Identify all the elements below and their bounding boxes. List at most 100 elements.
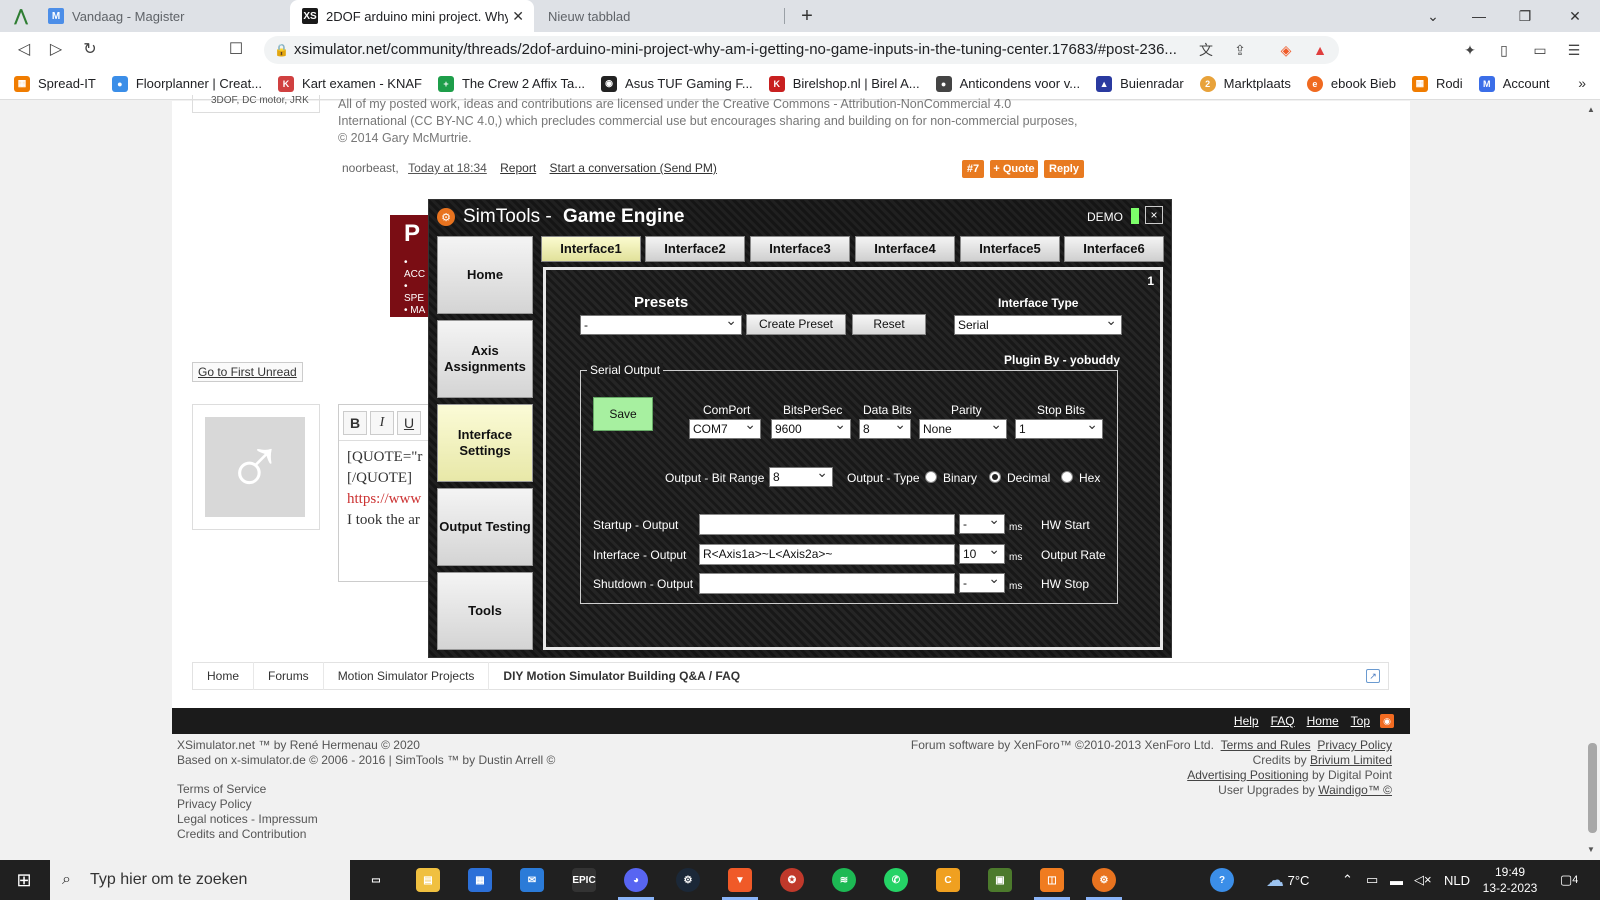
bold-button[interactable]: B [343, 410, 367, 435]
game-icon[interactable]: ✪ [780, 868, 804, 892]
meet-icon[interactable]: ▭ [1366, 860, 1378, 900]
breadcrumb-forums[interactable]: Forums [254, 662, 324, 690]
simtools-taskbar-icon[interactable]: ⚙ [1086, 868, 1122, 900]
language-indicator[interactable]: NLD [1444, 860, 1470, 900]
bookmark-item[interactable]: K Kart examen - KNAF [278, 75, 422, 92]
brave-shield-icon[interactable]: ◈ [1276, 40, 1296, 60]
menu-icon[interactable]: ☰ [1564, 40, 1584, 60]
restore-icon[interactable]: ❐ [1502, 0, 1548, 32]
more-bookmarks-icon[interactable]: » [1578, 75, 1586, 91]
tray-chevron-icon[interactable]: ⌃ [1342, 860, 1353, 900]
interface-ms-select[interactable]: 10 [959, 540, 1005, 564]
bookmark-item[interactable]: ● Anticondens voor v... [935, 75, 1080, 92]
translate-icon[interactable]: 文 [1196, 40, 1216, 60]
app-icon[interactable]: ◫ [1034, 868, 1070, 900]
comport-select[interactable]: COM7 [689, 415, 761, 439]
bookmark-item[interactable]: K Birelshop.nl | Birel A... [768, 75, 920, 92]
forward-icon[interactable]: ▷ [44, 38, 68, 62]
quote-button[interactable]: + Quote [990, 160, 1038, 178]
breadcrumb-current[interactable]: DIY Motion Simulator Building Q&A / FAQ [489, 662, 754, 690]
page-scrollbar[interactable]: ▲ ▼ [1584, 101, 1600, 857]
post-time[interactable]: Today at 18:34 [408, 161, 487, 175]
address-bar[interactable]: 🔒 xsimulator.net/community/threads/2dof-… [264, 36, 1339, 64]
volume-icon[interactable]: ◁× [1414, 860, 1432, 900]
tab-new[interactable]: Nieuw tabblad [536, 0, 786, 32]
rss-icon[interactable]: ◉ [1380, 714, 1394, 728]
bit-range-select[interactable]: 8 [769, 463, 833, 487]
stop-bits-select[interactable]: 1 [1015, 415, 1103, 439]
binary-radio[interactable] [925, 471, 937, 483]
terms-of-service-link[interactable]: Terms of Service [177, 782, 318, 797]
bookmark-item[interactable]: e ebook Bieb [1306, 75, 1396, 92]
bookmark-item[interactable]: ▦ Spread-IT [14, 75, 96, 92]
output-testing-button[interactable]: Output Testing [437, 488, 533, 566]
interface-type-select[interactable]: Serial [954, 311, 1122, 335]
hex-radio[interactable] [1061, 471, 1073, 483]
battery-icon[interactable]: ▬ [1390, 860, 1403, 900]
privacy-policy-link[interactable]: Privacy Policy [1317, 738, 1392, 752]
tab-interface2[interactable]: Interface2 [645, 236, 745, 262]
terms-rules-link[interactable]: Terms and Rules [1221, 738, 1311, 752]
reply-button[interactable]: Reply [1044, 160, 1084, 178]
tab-interface5[interactable]: Interface5 [960, 236, 1060, 262]
advertising-link[interactable]: Advertising Positioning [1187, 768, 1308, 782]
new-tab-icon[interactable]: + [784, 0, 830, 32]
discord-icon[interactable]: ◕ [618, 868, 654, 900]
bookmark-item[interactable]: M Account [1478, 75, 1550, 92]
decimal-radio[interactable] [989, 471, 1001, 483]
top-link[interactable]: Top [1351, 714, 1370, 728]
shutdown-output-field[interactable] [699, 573, 955, 594]
reset-button[interactable]: Reset [852, 314, 926, 335]
waindigo-link[interactable]: Waindigo™ © [1318, 783, 1392, 797]
brivium-link[interactable]: Brivium Limited [1310, 753, 1392, 767]
post-author[interactable]: noorbeast, [342, 161, 399, 175]
tab-interface1[interactable]: Interface1 [541, 236, 641, 262]
spotify-icon[interactable]: ≋ [832, 868, 856, 892]
tab-search-icon[interactable]: ⌄ [1410, 0, 1456, 32]
legal-notices-link[interactable]: Legal notices - Impressum [177, 812, 318, 827]
presets-select[interactable]: - [580, 311, 742, 335]
conversation-link[interactable]: Start a conversation (Send PM) [550, 161, 717, 175]
minimize-icon[interactable]: — [1456, 0, 1502, 32]
credits-link[interactable]: Credits and Contribution [177, 827, 318, 842]
create-preset-button[interactable]: Create Preset [746, 314, 846, 335]
home-link[interactable]: Home [1307, 714, 1339, 728]
wallet-icon[interactable]: ▭ [1530, 40, 1550, 60]
parity-select[interactable]: None [919, 415, 1007, 439]
save-button[interactable]: Save [593, 397, 653, 431]
extensions-icon[interactable]: ✦ [1460, 40, 1480, 60]
breadcrumb-home[interactable]: Home [193, 662, 255, 690]
post-number-button[interactable]: #7 [962, 160, 984, 178]
epic-games-icon[interactable]: EPIC [572, 868, 596, 892]
external-link-icon[interactable]: ↗ [1366, 669, 1380, 683]
first-unread-button[interactable]: Go to First Unread [192, 362, 303, 382]
mail-icon[interactable]: ✉ [520, 868, 544, 892]
tab-magister[interactable]: M Vandaag - Magister [36, 0, 286, 32]
tab-interface6[interactable]: Interface6 [1064, 236, 1164, 262]
brave-rewards-icon[interactable]: ▲ [1310, 40, 1330, 60]
startup-ms-select[interactable]: - [959, 510, 1005, 534]
startup-output-field[interactable] [699, 514, 955, 535]
axis-assignments-button[interactable]: Axis Assignments [437, 320, 533, 398]
share-icon[interactable]: ⇪ [1230, 40, 1250, 60]
bits-per-sec-select[interactable]: 9600 [771, 415, 851, 439]
shutdown-ms-select[interactable]: - [959, 569, 1005, 593]
sidebar-icon[interactable]: ▯ [1494, 40, 1514, 60]
scroll-thumb[interactable] [1588, 743, 1597, 833]
bookmark-item[interactable]: + The Crew 2 Affix Ta... [437, 75, 585, 92]
reload-icon[interactable]: ↻ [78, 38, 102, 62]
close-tab-icon[interactable]: ✕ [512, 8, 524, 25]
home-button[interactable]: Home [437, 236, 533, 314]
faq-link[interactable]: FAQ [1271, 714, 1295, 728]
tab-interface3[interactable]: Interface3 [750, 236, 850, 262]
cc-icon[interactable]: C [936, 868, 960, 892]
simtools-close-button[interactable]: × [1145, 206, 1163, 224]
file-explorer-icon[interactable]: ▤ [416, 868, 440, 892]
scroll-up-icon[interactable]: ▲ [1587, 105, 1595, 114]
windows-start-icon[interactable]: ⊞ [0, 860, 48, 900]
store-icon[interactable]: ▦ [468, 868, 492, 892]
data-bits-select[interactable]: 8 [859, 415, 911, 439]
bookmark-item[interactable]: ▦ Rodi [1411, 75, 1463, 92]
clock[interactable]: 19:49 13-2-2023 [1478, 864, 1542, 896]
bookmark-item[interactable]: ▲ Buienradar [1096, 75, 1184, 92]
